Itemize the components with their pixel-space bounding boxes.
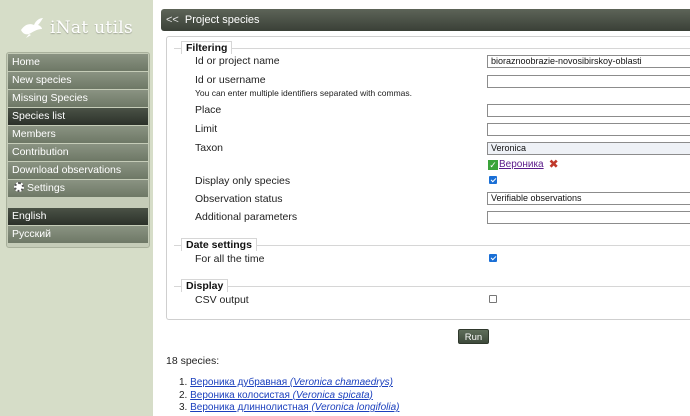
list-item-number: 2. (179, 389, 188, 401)
user-hint: You can enter multiple identifiers separ… (195, 88, 413, 98)
species-common-name: Вероника дубравная (190, 377, 288, 388)
sidebar-item-species-list[interactable]: Species list (8, 108, 148, 125)
sidebar-item-settings-label: Settings (27, 182, 65, 194)
csv-output-label: CSV output (195, 294, 249, 306)
page-title: Project species (184, 14, 260, 26)
obs-status-label: Observation status (195, 193, 283, 205)
species-latin-name: (Veronica spicata) (292, 389, 373, 401)
fieldset-divider (174, 286, 690, 287)
species-link[interactable]: Вероника длиннолистная (Veronica longifo… (190, 402, 399, 413)
species-latin-name: (Veronica chamaedrys) (289, 377, 393, 388)
sidebar-item-members[interactable]: Members (8, 126, 148, 143)
app-title: iNat utils (50, 18, 134, 38)
user-input[interactable] (487, 75, 690, 88)
all-time-label: For all the time (195, 253, 265, 265)
taxon-label: Taxon (195, 142, 224, 154)
list-item: 2. Вероника колосистая (Veronica spicata… (179, 390, 399, 403)
project-label: Id or project name (195, 55, 280, 67)
sidebar-item-download-observations[interactable]: Download observations (8, 162, 148, 179)
list-item: 1. Вероника дубравная (Veronica chamaedr… (179, 377, 399, 390)
results-count: 18 species: (166, 355, 220, 367)
main-content: << Project species Filtering Id or proje… (153, 0, 690, 416)
sidebar-item-missing-species[interactable]: Missing Species (8, 90, 148, 107)
species-link[interactable]: Вероника колосистая (Veronica spicata) (190, 390, 373, 401)
list-item-number: 3. (179, 402, 188, 414)
check-icon: ✓ (488, 160, 498, 170)
user-label: Id or username (195, 74, 266, 86)
project-input[interactable]: bioraznoobrazie-novosibirskoy-oblasti (487, 55, 690, 68)
taxon-chip: ✓ Вероника ✖ (488, 157, 559, 171)
limit-input[interactable] (487, 123, 690, 136)
place-label: Place (195, 104, 222, 116)
sidebar-item-contribution[interactable]: Contribution (8, 144, 148, 161)
sidebar-item-settings[interactable]: Settings (8, 180, 148, 197)
gear-icon (14, 182, 24, 192)
all-time-checkbox[interactable] (489, 254, 497, 262)
obs-status-select[interactable]: Verifiable observations (487, 192, 690, 205)
run-button[interactable]: Run (458, 329, 489, 344)
bird-logo-icon (21, 18, 43, 38)
app-logo[interactable]: iNat utils (6, 8, 150, 48)
settings-form: Filtering Id or project name bioraznoobr… (166, 36, 690, 320)
legend-display: Display (181, 279, 229, 292)
taxon-input[interactable]: Veronica (487, 142, 690, 155)
limit-label: Limit (195, 123, 218, 135)
species-common-name: Вероника длиннолистная (190, 402, 309, 414)
legend-filtering: Filtering (181, 41, 233, 54)
additional-params-input[interactable] (487, 211, 690, 224)
remove-taxon-icon[interactable]: ✖ (549, 157, 559, 171)
only-species-checkbox[interactable] (489, 176, 497, 184)
species-list: 1. Вероника дубравная (Veronica chamaedr… (179, 377, 399, 415)
collapse-chevron-icon[interactable]: << (166, 14, 179, 26)
sidebar-item-home[interactable]: Home (8, 54, 148, 71)
list-item: 3. Вероника длиннолистная (Veronica long… (179, 402, 399, 415)
additional-params-label: Additional parameters (195, 211, 298, 223)
species-latin-name: (Veronica longifolia) (311, 402, 400, 414)
taxon-chip-link[interactable]: Вероника (499, 159, 544, 170)
legend-date-settings: Date settings (181, 238, 257, 251)
place-input[interactable] (487, 104, 690, 117)
nav-separator (8, 198, 148, 208)
nav-menu: Home New species Missing Species Species… (6, 52, 150, 248)
only-species-label: Display only species (195, 175, 291, 187)
sidebar-item-new-species[interactable]: New species (8, 72, 148, 89)
sidebar: iNat utils Home New species Missing Spec… (0, 0, 153, 416)
language-english[interactable]: English (8, 208, 148, 225)
species-link[interactable]: Вероника дубравная (Veronica chamaedrys) (190, 377, 393, 388)
page-header: << Project species (161, 9, 690, 31)
species-common-name: Вероника колосистая (190, 389, 290, 401)
fieldset-divider (174, 48, 690, 49)
csv-output-checkbox[interactable] (489, 295, 497, 303)
language-russian[interactable]: Русский (8, 226, 148, 243)
list-item-number: 1. (179, 377, 188, 388)
